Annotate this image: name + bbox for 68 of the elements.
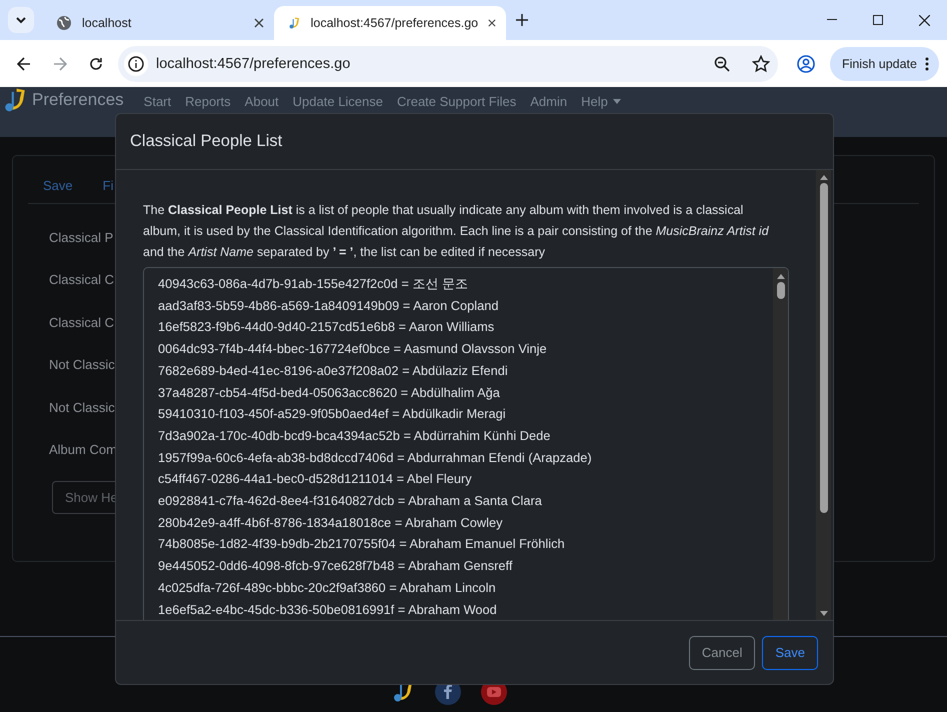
scroll-down-icon	[820, 611, 828, 616]
list-line: 59410310-f103-450f-a529-9f05b0aed4ef = Abdülkadir Meragi	[158, 405, 507, 424]
list-line: aad3af83-5b59-4b86-a569-1a8409149b09 = Aaron Copland	[158, 296, 500, 315]
page-tab[interactable]: Fi	[102, 178, 114, 193]
app-brand[interactable]: Preferences	[32, 90, 124, 110]
list-line: 37a48287-cb54-4f5d-bed4-05063acc8620 = Abdülhalim Ağa	[158, 384, 501, 402]
browser-tab[interactable]: localhost	[42, 6, 274, 40]
nav-link[interactable]: Update License	[292, 90, 383, 109]
scrollbar-thumb[interactable]	[776, 282, 784, 299]
tab-title: localhost	[82, 16, 132, 30]
forward-arrow-icon	[53, 56, 67, 70]
info-icon[interactable]	[124, 52, 148, 76]
cancel-button[interactable]: Cancel	[688, 636, 756, 670]
chevron-down-icon	[16, 16, 26, 24]
browser-tab[interactable]: localhost:4567/preferences.go	[274, 6, 506, 40]
list-line: 1e6ef5a2-e4bc-45dc-b336-50be0816991f = Abraham Wood	[158, 600, 498, 619]
list-line: 280b42e9-a4ff-4b6f-8786-1834a18018ce = Abraham Cowley	[158, 514, 504, 532]
field-label: Not Classic	[49, 398, 115, 417]
field-label: Classical C	[49, 314, 114, 332]
list-line: 0064dc93-7f4b-44f4-bbec-167724ef0bce = Aasmund Olavsson Vinje	[158, 340, 548, 358]
close-icon	[918, 14, 930, 26]
tab-title: localhost:4567/preferences.go	[310, 16, 478, 30]
close-icon[interactable]	[254, 18, 264, 28]
url-text: localhost:4567/preferences.go	[156, 56, 352, 72]
globe-icon	[56, 15, 72, 31]
scroll-up-icon	[820, 175, 828, 180]
list-line: 4c025dfa-726f-489c-bbbc-20c2f9af3860 = Abraham Lincoln	[158, 578, 497, 597]
address-bar[interactable]: localhost:4567/preferences.go	[118, 46, 778, 82]
list-line: 7d3a902a-170c-40db-bcd9-bca4394ac52b = Abdürrahim Künhi Dede	[158, 426, 552, 445]
field-label: Classical P	[49, 228, 114, 247]
minimize-icon	[827, 19, 837, 21]
back-arrow-icon	[17, 56, 31, 70]
field-label: Not Classic	[49, 356, 115, 374]
list-line: 40943c63-086a-4d7b-91ab-155e427f2c0d = 조선 문조	[158, 275, 469, 293]
list-line: 1957f99a-60c6-4efa-ab38-bd8dccd7406d = Abdurrahman Efendi (Arapzade)	[158, 448, 593, 467]
close-icon[interactable]	[488, 18, 496, 28]
save-button[interactable]: Save	[762, 636, 818, 670]
profile-icon	[796, 54, 815, 72]
list-line: e0928841-c7fa-462d-8ee4-f31640827dcb = Abraham a Santa Clara	[158, 492, 543, 510]
star-icon[interactable]	[752, 54, 770, 72]
scrollbar[interactable]	[773, 268, 788, 620]
list-line: 7682e689-b4ed-41ec-8196-a0e37f208a02 = Abdülaziz Efendi	[158, 362, 509, 380]
scrollbar-thumb[interactable]	[820, 183, 828, 513]
reload-icon	[89, 56, 103, 70]
nav-link[interactable]: About	[244, 90, 279, 109]
list-line: 74b8085e-1d82-4f39-b9db-2b2170755f04 = Abraham Emanuel Fröhlich	[158, 535, 566, 554]
plus-icon	[516, 14, 528, 26]
music-note-icon	[288, 15, 301, 31]
dialog-title: Classical People List	[130, 132, 282, 151]
nav-link[interactable]: Create Support Files	[397, 90, 516, 109]
nav-link[interactable]: Help	[581, 90, 622, 109]
scrollbar[interactable]	[816, 170, 831, 620]
scroll-up-icon	[776, 274, 784, 279]
maximize-icon	[873, 15, 883, 25]
list-line: 16ef5823-f9b6-44d0-9d40-2157cd51e6b8 = Aaron Williams	[158, 318, 496, 336]
nav-link[interactable]: Reports	[185, 90, 231, 109]
nav-link[interactable]: Admin	[530, 90, 568, 109]
list-textarea[interactable]	[143, 267, 789, 620]
list-line: 9e445052-0dd6-4098-8fcb-97ce628f7b48 = Abraham Gensreff	[158, 557, 514, 576]
field-label: Classical C	[49, 271, 114, 290]
tab-list-button[interactable]	[8, 7, 34, 33]
list-line: c54ff467-0286-44a1-bec0-d528d1211014 = Abel Fleury	[158, 470, 473, 488]
nav-link[interactable]: Start	[144, 90, 172, 109]
more-icon	[925, 56, 929, 70]
zoom-icon[interactable]	[714, 56, 730, 72]
finish-update-button[interactable]: Finish update	[830, 46, 939, 80]
description-text: The Classical People List is a list of people that usually indicate any album with them involved is a classical album, it is used by the Classical Identification algorithm. Each line is a pair consisting of the MusicBrainz Artist id and the Artist Name separated by ’ = ’, the list can be edited if necessary	[143, 202, 770, 261]
page-tab[interactable]: Save	[43, 178, 73, 193]
